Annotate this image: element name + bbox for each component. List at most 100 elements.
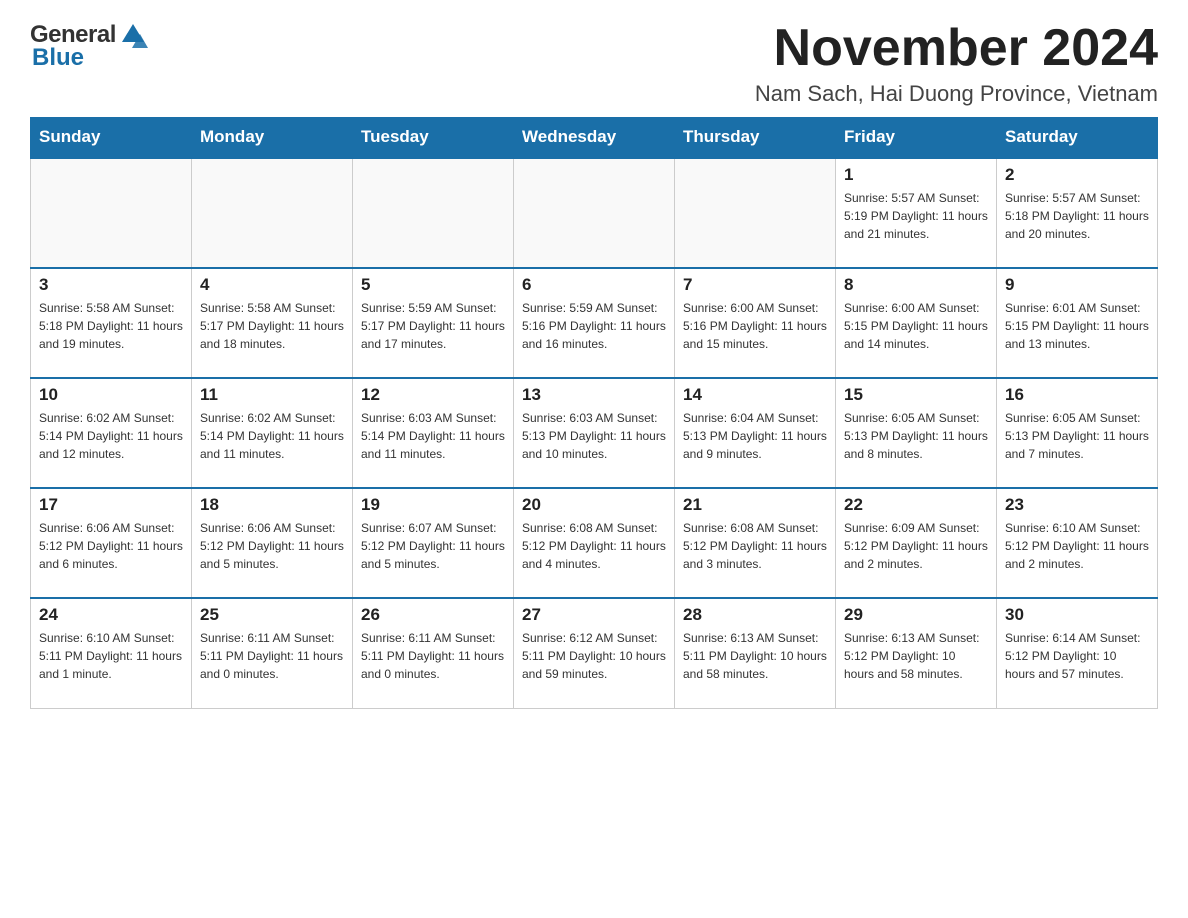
day-info: Sunrise: 6:02 AM Sunset: 5:14 PM Dayligh… [39,409,183,463]
day-number: 24 [39,605,183,625]
day-info: Sunrise: 5:58 AM Sunset: 5:18 PM Dayligh… [39,299,183,353]
day-number: 12 [361,385,505,405]
weekday-header-wednesday: Wednesday [514,117,675,158]
calendar-cell [192,158,353,268]
day-info: Sunrise: 6:11 AM Sunset: 5:11 PM Dayligh… [200,629,344,683]
day-info: Sunrise: 6:00 AM Sunset: 5:16 PM Dayligh… [683,299,827,353]
calendar-cell: 4 Sunrise: 5:58 AM Sunset: 5:17 PM Daylig… [192,268,353,378]
day-number: 27 [522,605,666,625]
day-number: 21 [683,495,827,515]
day-info: Sunrise: 6:09 AM Sunset: 5:12 PM Dayligh… [844,519,988,573]
calendar-cell: 25 Sunrise: 6:11 AM Sunset: 5:11 PM Dayli… [192,598,353,708]
weekday-header-tuesday: Tuesday [353,117,514,158]
weekday-header-thursday: Thursday [675,117,836,158]
calendar-cell: 22 Sunrise: 6:09 AM Sunset: 5:12 PM Dayli… [836,488,997,598]
calendar-week-row: 17Sunrise: 6:06 AM Sunset: 5:12 PM Dayli… [31,488,1158,598]
day-number: 2 [1005,165,1149,185]
calendar-cell: 2 Sunrise: 5:57 AM Sunset: 5:18 PM Daylig… [997,158,1158,268]
calendar-week-row: 3 Sunrise: 5:58 AM Sunset: 5:18 PM Daylig… [31,268,1158,378]
calendar-cell: 24Sunrise: 6:10 AM Sunset: 5:11 PM Dayli… [31,598,192,708]
calendar-cell: 11 Sunrise: 6:02 AM Sunset: 5:14 PM Dayli… [192,378,353,488]
day-info: Sunrise: 6:06 AM Sunset: 5:12 PM Dayligh… [200,519,344,573]
calendar-cell: 3 Sunrise: 5:58 AM Sunset: 5:18 PM Daylig… [31,268,192,378]
day-info: Sunrise: 6:02 AM Sunset: 5:14 PM Dayligh… [200,409,344,463]
calendar-cell: 8 Sunrise: 6:00 AM Sunset: 5:15 PM Daylig… [836,268,997,378]
calendar-week-row: 1 Sunrise: 5:57 AM Sunset: 5:19 PM Daylig… [31,158,1158,268]
day-number: 11 [200,385,344,405]
day-number: 4 [200,275,344,295]
calendar-cell: 18 Sunrise: 6:06 AM Sunset: 5:12 PM Dayli… [192,488,353,598]
day-info: Sunrise: 5:57 AM Sunset: 5:19 PM Dayligh… [844,189,988,243]
day-number: 13 [522,385,666,405]
day-info: Sunrise: 6:05 AM Sunset: 5:13 PM Dayligh… [844,409,988,463]
day-number: 8 [844,275,988,295]
day-number: 15 [844,385,988,405]
day-info: Sunrise: 5:58 AM Sunset: 5:17 PM Dayligh… [200,299,344,353]
day-number: 19 [361,495,505,515]
calendar-cell [514,158,675,268]
calendar-week-row: 24Sunrise: 6:10 AM Sunset: 5:11 PM Dayli… [31,598,1158,708]
calendar-cell [353,158,514,268]
calendar-cell: 9Sunrise: 6:01 AM Sunset: 5:15 PM Daylig… [997,268,1158,378]
month-title: November 2024 [755,20,1158,77]
calendar-cell: 5 Sunrise: 5:59 AM Sunset: 5:17 PM Daylig… [353,268,514,378]
calendar-cell: 21Sunrise: 6:08 AM Sunset: 5:12 PM Dayli… [675,488,836,598]
calendar-cell: 19 Sunrise: 6:07 AM Sunset: 5:12 PM Dayli… [353,488,514,598]
weekday-header-saturday: Saturday [997,117,1158,158]
day-number: 20 [522,495,666,515]
day-info: Sunrise: 6:08 AM Sunset: 5:12 PM Dayligh… [522,519,666,573]
day-number: 7 [683,275,827,295]
day-info: Sunrise: 6:12 AM Sunset: 5:11 PM Dayligh… [522,629,666,683]
day-number: 6 [522,275,666,295]
day-info: Sunrise: 6:13 AM Sunset: 5:12 PM Dayligh… [844,629,988,683]
calendar-cell: 20 Sunrise: 6:08 AM Sunset: 5:12 PM Dayli… [514,488,675,598]
day-info: Sunrise: 6:04 AM Sunset: 5:13 PM Dayligh… [683,409,827,463]
day-info: Sunrise: 5:57 AM Sunset: 5:18 PM Dayligh… [1005,189,1149,243]
day-number: 25 [200,605,344,625]
day-number: 26 [361,605,505,625]
calendar-week-row: 10Sunrise: 6:02 AM Sunset: 5:14 PM Dayli… [31,378,1158,488]
day-number: 3 [39,275,183,295]
calendar-cell: 30Sunrise: 6:14 AM Sunset: 5:12 PM Dayli… [997,598,1158,708]
location-title: Nam Sach, Hai Duong Province, Vietnam [755,81,1158,107]
calendar-cell: 7 Sunrise: 6:00 AM Sunset: 5:16 PM Daylig… [675,268,836,378]
calendar-cell: 15 Sunrise: 6:05 AM Sunset: 5:13 PM Dayli… [836,378,997,488]
day-info: Sunrise: 5:59 AM Sunset: 5:16 PM Dayligh… [522,299,666,353]
day-info: Sunrise: 6:11 AM Sunset: 5:11 PM Dayligh… [361,629,505,683]
calendar-cell: 6 Sunrise: 5:59 AM Sunset: 5:16 PM Daylig… [514,268,675,378]
calendar-cell [31,158,192,268]
calendar-cell: 10Sunrise: 6:02 AM Sunset: 5:14 PM Dayli… [31,378,192,488]
logo-icon [118,20,148,50]
day-number: 18 [200,495,344,515]
day-info: Sunrise: 6:01 AM Sunset: 5:15 PM Dayligh… [1005,299,1149,353]
calendar-cell: 29Sunrise: 6:13 AM Sunset: 5:12 PM Dayli… [836,598,997,708]
weekday-header-monday: Monday [192,117,353,158]
day-number: 14 [683,385,827,405]
day-info: Sunrise: 6:13 AM Sunset: 5:11 PM Dayligh… [683,629,827,683]
calendar-cell: 1 Sunrise: 5:57 AM Sunset: 5:19 PM Daylig… [836,158,997,268]
calendar-cell: 27 Sunrise: 6:12 AM Sunset: 5:11 PM Dayli… [514,598,675,708]
calendar-cell: 26 Sunrise: 6:11 AM Sunset: 5:11 PM Dayli… [353,598,514,708]
day-number: 22 [844,495,988,515]
calendar-cell: 12Sunrise: 6:03 AM Sunset: 5:14 PM Dayli… [353,378,514,488]
day-number: 1 [844,165,988,185]
day-number: 28 [683,605,827,625]
day-number: 16 [1005,385,1149,405]
calendar-cell: 28 Sunrise: 6:13 AM Sunset: 5:11 PM Dayli… [675,598,836,708]
logo-blue-text: Blue [32,44,84,72]
weekday-header-sunday: Sunday [31,117,192,158]
day-info: Sunrise: 5:59 AM Sunset: 5:17 PM Dayligh… [361,299,505,353]
day-info: Sunrise: 6:07 AM Sunset: 5:12 PM Dayligh… [361,519,505,573]
calendar-cell: 17Sunrise: 6:06 AM Sunset: 5:12 PM Dayli… [31,488,192,598]
day-info: Sunrise: 6:14 AM Sunset: 5:12 PM Dayligh… [1005,629,1149,683]
page-header: General Blue November 2024 Nam Sach, Hai… [30,20,1158,107]
calendar-cell [675,158,836,268]
day-info: Sunrise: 6:00 AM Sunset: 5:15 PM Dayligh… [844,299,988,353]
calendar-cell: 14 Sunrise: 6:04 AM Sunset: 5:13 PM Dayli… [675,378,836,488]
day-info: Sunrise: 6:10 AM Sunset: 5:12 PM Dayligh… [1005,519,1149,573]
day-number: 5 [361,275,505,295]
calendar-cell: 13Sunrise: 6:03 AM Sunset: 5:13 PM Dayli… [514,378,675,488]
weekday-header-friday: Friday [836,117,997,158]
day-number: 23 [1005,495,1149,515]
day-info: Sunrise: 6:06 AM Sunset: 5:12 PM Dayligh… [39,519,183,573]
